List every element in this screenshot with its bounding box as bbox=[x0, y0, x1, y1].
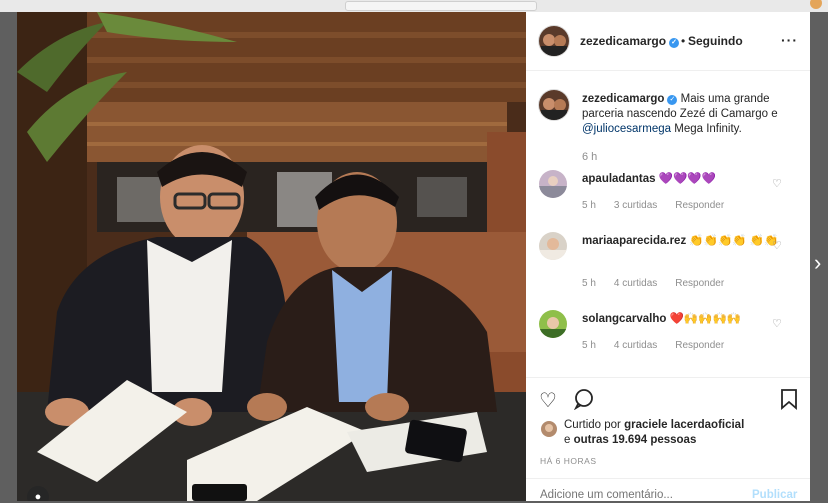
header-separator: • bbox=[681, 34, 686, 48]
comment-avatar[interactable] bbox=[539, 232, 567, 260]
liked-others-link[interactable]: outras 19.694 pessoas bbox=[574, 434, 697, 446]
comment-like-heart-icon[interactable]: ♡ bbox=[772, 177, 782, 190]
comment-like-heart-icon[interactable]: ♡ bbox=[772, 239, 782, 252]
post-side-panel: zezedicamargo ✓ • Seguindo ··· zezedicama… bbox=[526, 12, 810, 501]
post-image[interactable]: ● bbox=[17, 12, 526, 501]
comment-meta: 5 h 3 curtidas Responder bbox=[582, 200, 742, 211]
comment-reply-button[interactable]: Responder bbox=[675, 340, 724, 351]
like-heart-icon[interactable]: ♡ bbox=[539, 388, 557, 413]
comment-username[interactable]: solangcarvalho bbox=[582, 313, 666, 325]
caption-mention-link[interactable]: @juliocesarmega bbox=[582, 123, 671, 135]
address-bar[interactable] bbox=[345, 1, 537, 11]
author-username[interactable]: zezedicamargo ✓ bbox=[580, 34, 680, 48]
comment-time: 5 h bbox=[582, 340, 596, 351]
comment-meta: 5 h 4 curtidas Responder bbox=[582, 340, 742, 351]
publish-button[interactable]: Publicar bbox=[752, 489, 797, 501]
caption-username[interactable]: zezedicamargo bbox=[582, 93, 664, 105]
comment-likes[interactable]: 4 curtidas bbox=[614, 278, 657, 289]
post-actions: ♡ Curtido por graciele lacerdaoficial e … bbox=[526, 377, 810, 502]
comment-text: mariaaparecida.rez 👏👏👏👏 👏👏 bbox=[582, 234, 782, 249]
post-photo-illustration bbox=[17, 12, 526, 501]
comment-body: 💜💜💜💜 bbox=[658, 173, 716, 185]
verified-badge-icon: ✓ bbox=[667, 95, 678, 105]
profile-dot-icon[interactable] bbox=[810, 0, 822, 9]
comment-body: 👏👏👏👏 👏👏 bbox=[689, 235, 779, 247]
comment-avatar[interactable] bbox=[539, 170, 567, 198]
tagged-user-icon[interactable]: ● bbox=[27, 486, 49, 501]
post-header: zezedicamargo ✓ • Seguindo ··· bbox=[526, 12, 810, 71]
browser-top-strip bbox=[0, 0, 828, 12]
caption-timestamp: 6 h bbox=[582, 151, 598, 163]
caption-tail: Mega Infinity. bbox=[674, 123, 742, 135]
liker-avatar[interactable] bbox=[541, 421, 557, 437]
comment-like-heart-icon[interactable]: ♡ bbox=[772, 317, 782, 330]
comment-bubble-icon[interactable] bbox=[573, 388, 595, 416]
comment-time: 5 h bbox=[582, 200, 596, 211]
comment-meta: 5 h 4 curtidas Responder bbox=[582, 278, 742, 289]
comment-body: ❤️🙌🙌🙌🙌 bbox=[669, 313, 742, 325]
comment-username[interactable]: mariaaparecida.rez bbox=[582, 235, 686, 247]
comment-reply-button[interactable]: Responder bbox=[675, 278, 724, 289]
author-avatar[interactable] bbox=[539, 26, 569, 56]
comment-likes[interactable]: 4 curtidas bbox=[614, 340, 657, 351]
comment-input[interactable] bbox=[540, 489, 720, 501]
comment-text: solangcarvalho ❤️🙌🙌🙌🙌 bbox=[582, 312, 782, 327]
comment-username[interactable]: apauladantas bbox=[582, 173, 656, 185]
liked-by-text: Curtido por graciele lacerdaoficial e ou… bbox=[564, 418, 804, 448]
liked-and: e bbox=[564, 434, 571, 446]
post-timestamp: HÁ 6 HORAS bbox=[540, 456, 597, 466]
liked-user-link[interactable]: graciele lacerdaoficial bbox=[624, 419, 744, 431]
comment-avatar[interactable] bbox=[539, 310, 567, 338]
comment-reply-button[interactable]: Responder bbox=[675, 200, 724, 211]
follow-status-button[interactable]: Seguindo bbox=[688, 34, 743, 48]
comment-time: 5 h bbox=[582, 278, 596, 289]
next-post-chevron-icon[interactable]: › bbox=[814, 252, 821, 274]
verified-badge-icon: ✓ bbox=[669, 38, 680, 48]
comment-text: apauladantas 💜💜💜💜 bbox=[582, 172, 782, 187]
more-options-icon[interactable]: ··· bbox=[781, 32, 798, 48]
caption-author-avatar[interactable] bbox=[539, 90, 569, 120]
comment-form: Publicar bbox=[526, 478, 810, 503]
liked-prefix: Curtido por bbox=[564, 419, 621, 431]
comment-likes[interactable]: 3 curtidas bbox=[614, 200, 657, 211]
post-caption: zezedicamargo ✓ Mais uma grande parceria … bbox=[582, 92, 804, 137]
save-bookmark-icon[interactable] bbox=[780, 388, 798, 416]
